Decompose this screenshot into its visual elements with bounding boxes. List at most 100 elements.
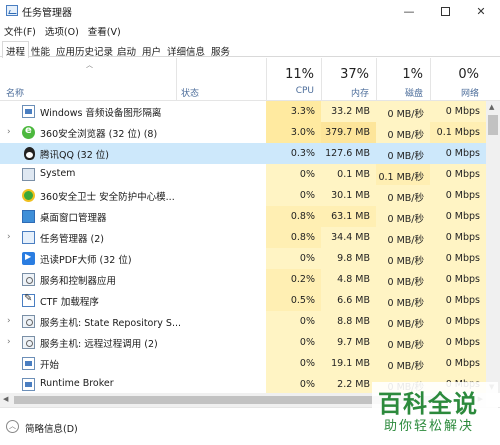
process-cpu: 3.0% [266,122,321,143]
maximize-button[interactable] [428,0,462,22]
process-disk: 0 MB/秒 [376,269,430,290]
column-status-cell[interactable]: 状态 [176,58,266,101]
window-icon [22,378,35,391]
process-name: 服务主机: State Repository S... [40,318,182,329]
cpu-label: CPU [295,86,314,96]
process-row-selected[interactable]: 腾讯QQ (32 位) 0.3% 127.6 MB 0 MB/秒 0 Mbps [0,143,486,164]
process-memory: 2.2 MB [321,374,376,393]
tab-bar: 进程 性能 应用历史记录 启动 用户 详细信息 服务 [0,40,500,58]
process-cpu: 0% [266,332,321,353]
process-disk: 0 MB/秒 [376,248,430,269]
process-cpu: 0.2% [266,269,321,290]
process-cpu: 0% [266,164,321,185]
process-list: Windows 音频设备图形隔离 3.3% 33.2 MB 0 MB/秒 0 M… [0,101,486,393]
process-row[interactable]: › 360安全浏览器 (32 位) (8) 3.0% 379.7 MB 0 MB… [0,122,486,143]
process-cpu: 0% [266,311,321,332]
process-row[interactable]: 服务和控制器应用 0.2% 4.8 MB 0 MB/秒 0 Mbps [0,269,486,290]
menu-file[interactable]: 文件(F) [4,24,36,38]
process-memory: 0.1 MB [321,164,376,185]
process-name: 任务管理器 (2) [40,234,104,245]
process-row[interactable]: 桌面窗口管理器 0.8% 63.1 MB 0 MB/秒 0 Mbps [0,206,486,227]
process-row[interactable]: System 0% 0.1 MB 0.1 MB/秒 0 Mbps [0,164,486,185]
menu-options[interactable]: 选项(O) [45,24,79,38]
process-cpu: 0.5% [266,290,321,311]
process-network: 0 Mbps [430,311,486,332]
process-memory: 19.1 MB [321,353,376,374]
process-cpu: 0% [266,374,321,393]
process-row[interactable]: 360安全卫士 安全防护中心模... 0% 30.1 MB 0 MB/秒 0 M… [0,185,486,206]
process-disk: 0 MB/秒 [376,332,430,353]
column-memory[interactable]: 37% 内存 [321,58,376,101]
process-memory: 30.1 MB [321,185,376,206]
window-icon [22,357,35,370]
process-cpu: 0% [266,185,321,206]
process-name: System [40,168,76,179]
process-row[interactable]: 迅读PDF大师 (32 位) 0% 9.8 MB 0 MB/秒 0 Mbps [0,248,486,269]
tab-services[interactable]: 服务 [207,41,234,58]
scroll-left-icon[interactable]: ◀ [3,395,8,403]
vertical-scrollbar[interactable]: ▲ ▼ [486,101,500,393]
column-cpu[interactable]: 11% CPU [266,58,321,101]
service-icon [22,336,35,349]
process-network: 0 Mbps [430,332,486,353]
process-cpu: 0.3% [290,148,315,159]
process-disk: 0 MB/秒 [376,227,430,248]
task-manager-icon [22,231,35,244]
process-cpu: 0% [266,353,321,374]
process-name: 腾讯QQ (32 位) [40,150,109,161]
process-name: 服务主机: 远程过程调用 (2) [40,339,158,350]
scroll-up-icon[interactable]: ▲ [489,103,494,111]
task-manager-app-icon [6,5,18,16]
process-cpu: 0.8% [266,206,321,227]
process-disk: 0 MB/秒 [376,206,430,227]
process-network: 0 Mbps [430,164,486,185]
tab-startup[interactable]: 启动 [113,41,140,58]
process-row[interactable]: › 服务主机: State Repository S... 0% 8.8 MB … [0,311,486,332]
process-row[interactable]: 开始 0% 19.1 MB 0 MB/秒 0 Mbps [0,353,486,374]
expand-chevron-icon[interactable]: › [7,232,11,242]
vertical-scroll-thumb[interactable] [488,115,498,135]
expand-chevron-icon[interactable]: › [7,316,11,326]
process-network: 0 Mbps [430,353,486,374]
process-cpu: 0.8% [266,227,321,248]
column-network[interactable]: 0% 网络 [430,58,486,101]
tab-details[interactable]: 详细信息 [163,41,209,58]
close-button[interactable]: ✕ [464,0,498,22]
qq-penguin-icon [24,147,35,160]
memory-total-percent: 37% [340,67,369,82]
process-row[interactable]: › 服务主机: 远程过程调用 (2) 0% 9.7 MB 0 MB/秒 0 Mb… [0,332,486,353]
process-disk: 0 MB/秒 [376,101,430,122]
tab-processes[interactable]: 进程 [2,41,30,58]
memory-label: 内存 [350,89,369,99]
menu-view[interactable]: 查看(V) [88,24,121,38]
column-header: ︿ 名称 状态 11% CPU 37% 内存 1% 磁盘 0% 网络 [0,58,500,101]
disk-label: 磁盘 [404,89,423,99]
tab-app-history[interactable]: 应用历史记录 [52,41,117,58]
tab-users[interactable]: 用户 [138,41,165,58]
less-details-link[interactable]: 简略信息(D) [25,421,78,435]
tab-performance[interactable]: 性能 [27,41,54,58]
column-name[interactable]: 名称 [6,86,24,99]
process-memory: 6.6 MB [321,290,376,311]
process-network: 0 Mbps [430,185,486,206]
maximize-icon [440,6,450,16]
360-browser-icon [22,125,35,139]
menu-bar: 文件(F) 选项(O) 查看(V) [0,22,500,39]
process-row[interactable]: CTF 加载程序 0.5% 6.6 MB 0 MB/秒 0 Mbps [0,290,486,311]
process-memory: 33.2 MB [321,101,376,122]
chevron-up-icon[interactable]: ︿ [6,420,19,433]
column-disk[interactable]: 1% 磁盘 [376,58,430,101]
process-disk: 0 MB/秒 [376,353,430,374]
service-icon [22,273,35,286]
process-row[interactable]: › 任务管理器 (2) 0.8% 34.4 MB 0 MB/秒 0 Mbps [0,227,486,248]
expand-chevron-icon[interactable]: › [7,337,11,347]
process-name: 360安全浏览器 (32 位) (8) [40,129,158,140]
process-network: 0 Mbps [430,206,486,227]
minimize-button[interactable]: — [392,0,426,22]
process-name: 开始 [40,360,60,371]
process-row[interactable]: Windows 音频设备图形隔离 3.3% 33.2 MB 0 MB/秒 0 M… [0,101,486,122]
process-memory: 379.7 MB [321,122,376,143]
process-network: 0 Mbps [445,148,480,159]
ctf-loader-icon [22,293,35,307]
expand-chevron-icon[interactable]: › [7,127,11,137]
